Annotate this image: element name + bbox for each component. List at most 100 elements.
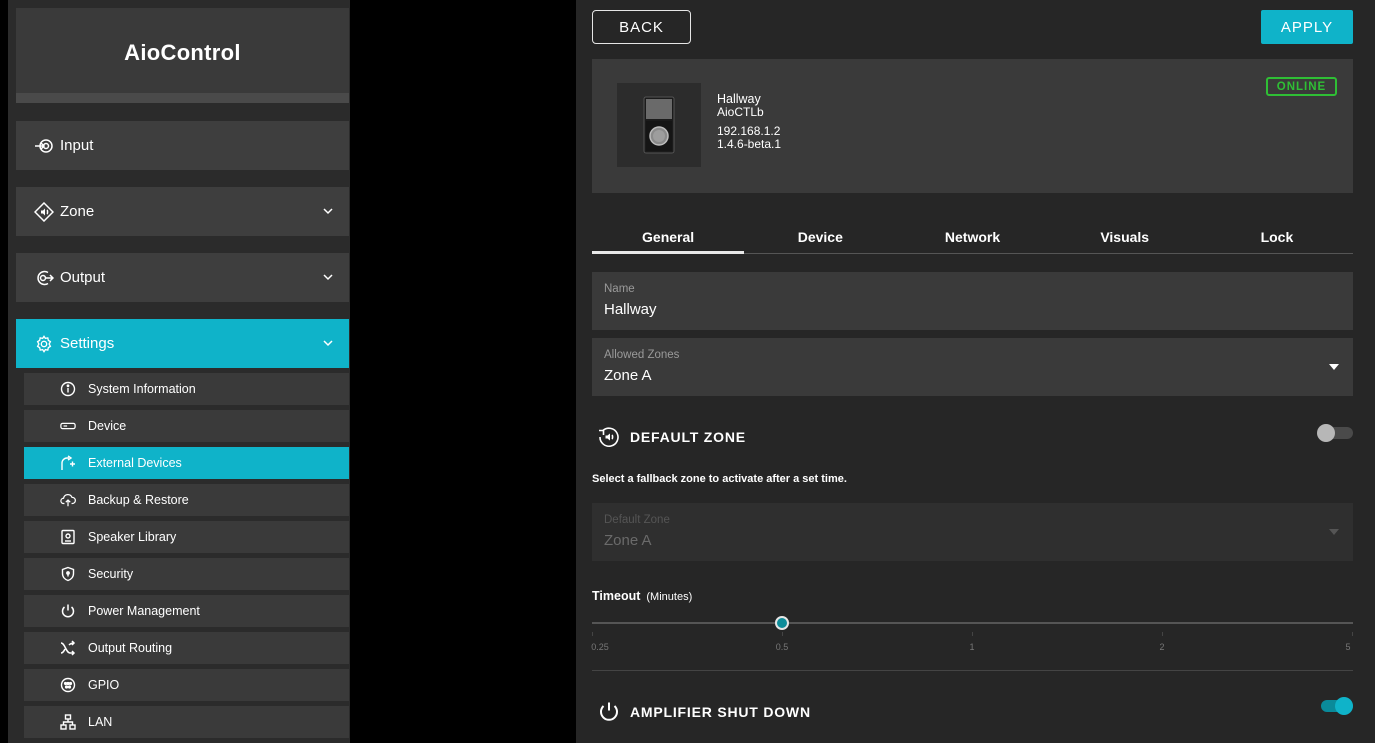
shuffle-icon xyxy=(60,640,76,656)
default-zone-header: DEFAULT ZONE xyxy=(596,424,746,450)
sidebar-item-settings[interactable]: Settings xyxy=(16,319,349,368)
sidebar-subitem-label: Power Management xyxy=(88,604,200,618)
device-image-icon xyxy=(643,96,675,154)
info-icon xyxy=(60,381,76,397)
sidebar-item-input[interactable]: Input xyxy=(16,121,349,170)
sidebar-subitem-security[interactable]: Security xyxy=(24,558,349,590)
device-model: AioCTLb xyxy=(717,105,764,119)
tab-bar: General Device Network Visuals Lock xyxy=(592,214,1353,254)
device-icon xyxy=(60,418,76,434)
sidebar-item-label: Input xyxy=(60,137,94,154)
name-field-label: Name xyxy=(604,283,635,295)
apply-button[interactable]: APPLY xyxy=(1261,10,1353,44)
sidebar-subitem-label: Security xyxy=(88,567,134,581)
toggle-knob xyxy=(1335,697,1353,715)
device-card: Hallway AioCTLb 192.168.1.2 1.4.6-beta.1… xyxy=(592,59,1353,193)
tab-visuals[interactable]: Visuals xyxy=(1049,214,1201,253)
device-thumbnail xyxy=(617,83,701,167)
sidebar-subitem-backup-restore[interactable]: Backup & Restore xyxy=(24,484,349,516)
brand-logo: AioControl xyxy=(124,40,241,65)
timeout-unit: (Minutes) xyxy=(646,591,693,603)
amplifier-shutdown-toggle[interactable] xyxy=(1317,697,1353,715)
default-zone-select: Default Zone Zone A xyxy=(592,503,1353,561)
device-info: Hallway AioCTLb 192.168.1.2 1.4.6-beta.1 xyxy=(717,93,781,151)
slider-tick xyxy=(782,632,783,636)
tab-network[interactable]: Network xyxy=(896,214,1048,253)
default-zone-label: Default Zone xyxy=(604,514,670,526)
brand-header: AioControl xyxy=(16,8,349,103)
chevron-down-icon xyxy=(323,274,333,281)
sidebar-item-label: Output xyxy=(60,269,106,286)
device-firmware: 1.4.6-beta.1 xyxy=(717,137,782,151)
sidebar-item-zone[interactable]: Zone xyxy=(16,187,349,236)
section-divider xyxy=(592,670,1353,671)
sidebar-subitem-output-routing[interactable]: Output Routing xyxy=(24,632,349,664)
tab-device[interactable]: Device xyxy=(744,214,896,253)
default-zone-title: DEFAULT ZONE xyxy=(630,429,746,445)
back-button[interactable]: BACK xyxy=(592,10,691,44)
sidebar-subitem-external-devices[interactable]: External Devices xyxy=(24,447,349,479)
amplifier-shutdown-header: AMPLIFIER SHUT DOWN xyxy=(596,699,811,725)
slider-tick xyxy=(972,632,973,636)
sidebar-subitem-label: Output Routing xyxy=(88,641,173,655)
slider-tick xyxy=(1162,632,1163,636)
chevron-down-icon xyxy=(323,208,333,215)
output-icon xyxy=(34,268,54,288)
default-zone-help: Select a fallback zone to activate after… xyxy=(592,473,847,485)
power-icon xyxy=(596,699,622,725)
sidebar-subitem-lan[interactable]: LAN xyxy=(24,706,349,738)
input-icon xyxy=(34,136,54,156)
speaker-icon xyxy=(60,529,76,545)
dropdown-caret-icon xyxy=(1329,364,1339,370)
backup-icon xyxy=(60,492,76,508)
sidebar-subitem-device[interactable]: Device xyxy=(24,410,349,442)
sidebar-item-output[interactable]: Output xyxy=(16,253,349,302)
name-field[interactable]: Name Hallway xyxy=(592,272,1353,330)
sidebar-subitem-label: Backup & Restore xyxy=(88,493,189,507)
chevron-down-icon xyxy=(323,340,333,347)
sidebar-subitem-label: System Information xyxy=(88,382,196,396)
slider-tick-label: 2 xyxy=(1159,642,1165,652)
slider-tick-label: 0.25 xyxy=(591,642,609,652)
sidebar-subitem-system-information[interactable]: System Information xyxy=(24,373,349,405)
sidebar-subitem-label: Speaker Library xyxy=(88,530,177,544)
sidebar: AioControl Input Zone Output Settings Sy… xyxy=(0,0,350,743)
slider-tick-label: 5 xyxy=(1345,642,1351,652)
zone-icon xyxy=(34,201,54,222)
gear-icon xyxy=(34,334,54,354)
tab-general[interactable]: General xyxy=(592,214,745,254)
dropdown-caret-icon xyxy=(1329,529,1339,535)
sidebar-subitem-label: LAN xyxy=(88,715,113,729)
slider-tick-label: 0.5 xyxy=(775,642,789,652)
external-devices-icon xyxy=(60,455,76,471)
default-zone-value: Zone A xyxy=(604,532,652,549)
timeout-label: Timeout (Minutes) xyxy=(592,589,692,603)
status-badge: ONLINE xyxy=(1266,77,1337,96)
network-icon xyxy=(60,714,76,730)
timeout-title: Timeout xyxy=(592,589,641,603)
timer-zone-icon xyxy=(596,424,622,450)
allowed-zones-value: Zone A xyxy=(604,367,652,384)
slider-tick-label: 1 xyxy=(969,642,975,652)
default-zone-toggle[interactable] xyxy=(1317,424,1353,442)
slider-thumb[interactable] xyxy=(775,616,789,630)
gpio-icon xyxy=(60,677,76,693)
sidebar-subitem-power-management[interactable]: Power Management xyxy=(24,595,349,627)
sidebar-subitem-label: GPIO xyxy=(88,678,120,692)
allowed-zones-select[interactable]: Allowed Zones Zone A xyxy=(592,338,1353,396)
sidebar-item-label: Settings xyxy=(60,335,115,352)
slider-rail xyxy=(592,622,1353,624)
shield-icon xyxy=(60,566,76,582)
timeout-slider[interactable]: 0.25 0.5 1 2 5 xyxy=(591,615,1353,655)
slider-tick xyxy=(592,632,593,636)
amplifier-shutdown-title: AMPLIFIER SHUT DOWN xyxy=(630,704,811,720)
name-field-value[interactable]: Hallway xyxy=(604,301,657,318)
sidebar-subitem-speaker-library[interactable]: Speaker Library xyxy=(24,521,349,553)
brand-divider xyxy=(16,93,349,103)
toggle-knob xyxy=(1317,424,1335,442)
allowed-zones-label: Allowed Zones xyxy=(604,349,680,361)
sidebar-subitem-gpio[interactable]: GPIO xyxy=(24,669,349,701)
tab-lock[interactable]: Lock xyxy=(1201,214,1353,253)
sidebar-subitem-label: External Devices xyxy=(88,456,182,470)
main-panel: BACK APPLY Hallway AioCTLb 192.168.1.2 1… xyxy=(576,0,1375,743)
